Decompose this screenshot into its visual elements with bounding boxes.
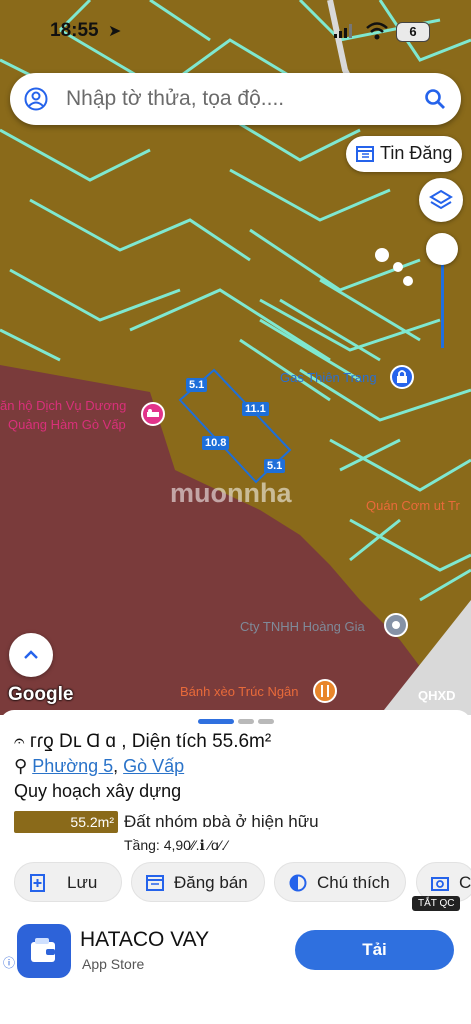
- hotel-pin-icon[interactable]: [140, 401, 166, 427]
- hide-ads-button[interactable]: TẮT QC: [412, 896, 461, 911]
- layers-icon: [429, 189, 453, 210]
- save-label: Lưu: [67, 873, 98, 892]
- calendar-icon: [146, 875, 164, 891]
- restaurant-pin-icon[interactable]: [312, 678, 338, 704]
- dang-ban-button[interactable]: Đăng bán: [131, 862, 265, 902]
- land-type: Đất nhóm ɒbà ở hiện hữu: [124, 812, 319, 831]
- google-logo: Google: [8, 684, 74, 705]
- search-bar[interactable]: Nhập tờ thửa, tọa độ....: [10, 73, 461, 125]
- tin-dang-label: Tin Đăng: [380, 143, 453, 163]
- dang-ban-label: Đăng bán: [174, 873, 248, 892]
- account-icon[interactable]: [24, 87, 48, 111]
- save-button[interactable]: Lưu: [14, 862, 122, 902]
- road-marker-icon: [375, 248, 413, 286]
- poi-label[interactable]: Quán Cơm ut Tr: [366, 498, 460, 513]
- search-input[interactable]: Nhập tờ thửa, tọa độ....: [66, 87, 284, 111]
- parcel-address: ⚲ Phường 5, Gò Vấp: [14, 756, 185, 776]
- ward-link[interactable]: Phường 5: [32, 756, 113, 776]
- district-link[interactable]: Gò Vấp: [123, 756, 184, 776]
- ad-download-button[interactable]: Tải: [295, 930, 454, 970]
- camera-label: C: [459, 873, 471, 892]
- wifi-icon: [366, 22, 388, 40]
- parcel-title: 𝄐 ᴦɾƍ Dւ Ɑ ɑ , Diện tích 55.6m²: [14, 731, 272, 752]
- ad-title: HATACO VAY: [80, 928, 210, 951]
- ad-banner[interactable]: ⓘ HATACO VAY App Store Tải: [0, 910, 471, 996]
- tin-dang-button[interactable]: Tin Đăng: [346, 136, 462, 172]
- poi-label[interactable]: ăn hộ Dịch Vụ Dương: [0, 398, 126, 413]
- layers-button[interactable]: [419, 178, 463, 222]
- calendar-icon: [356, 146, 374, 162]
- parcel-info-sheet[interactable]: 𝄐 ᴦɾƍ Dւ Ɑ ɑ , Diện tích 55.6m² ⚲ Phường…: [0, 710, 471, 1024]
- legend-label: Chú thích: [317, 873, 390, 892]
- dimension-label: 5.1: [264, 459, 286, 473]
- home-indicator-area: [0, 1002, 471, 1024]
- legend-button[interactable]: Chú thích: [274, 862, 406, 902]
- ad-store: App Store: [82, 956, 145, 972]
- status-time: 18:55: [50, 20, 99, 41]
- dimension-label: 5.1: [186, 378, 208, 392]
- poi-label[interactable]: Gas Thiên Trang: [280, 370, 377, 385]
- watermark: muonnha: [170, 478, 292, 508]
- wallet-icon: [31, 938, 55, 962]
- opacity-slider-knob[interactable]: [426, 233, 458, 265]
- qhxd-label: QHXD: [418, 688, 456, 703]
- search-icon[interactable]: [423, 87, 447, 111]
- dimension-label: 11.1: [242, 402, 269, 416]
- floors-info: Tầng: 4,90⁄⁄.ℹ ⁄ɑ⁄.⁄: [124, 837, 228, 853]
- map-canvas[interactable]: 18:55 ➤ 6 Nhập tờ thửa, tọa độ.... Tin Đ…: [0, 0, 471, 715]
- chevron-up-icon: [24, 650, 38, 659]
- signal-icon: [334, 24, 352, 38]
- dimension-label: 10.8: [202, 436, 230, 450]
- info-icon[interactable]: ⓘ: [3, 954, 15, 971]
- battery-icon: 6: [396, 22, 430, 42]
- save-plus-icon: [30, 874, 45, 892]
- business-pin-icon[interactable]: [383, 612, 409, 638]
- map-pin-icon: ⚲: [14, 756, 28, 776]
- half-circle-icon: [289, 874, 307, 892]
- lock-pin-icon[interactable]: [389, 364, 415, 390]
- expand-button[interactable]: [9, 633, 53, 677]
- poi-label[interactable]: Quảng Hàm Gò Vấp: [8, 417, 126, 432]
- ad-app-icon[interactable]: [17, 924, 71, 978]
- location-arrow-icon: ➤: [108, 23, 122, 40]
- area-badge: 55.2m²: [14, 811, 118, 833]
- camera-plus-icon: [431, 877, 449, 891]
- poi-label[interactable]: Bánh xèo Trúc Ngân: [180, 684, 299, 699]
- status-bar: 18:55 ➤ 6: [0, 18, 471, 46]
- poi-label[interactable]: Cty TNHH Hoàng Gia: [240, 619, 365, 634]
- plan-heading: Quy hoạch xây dựng: [14, 781, 182, 801]
